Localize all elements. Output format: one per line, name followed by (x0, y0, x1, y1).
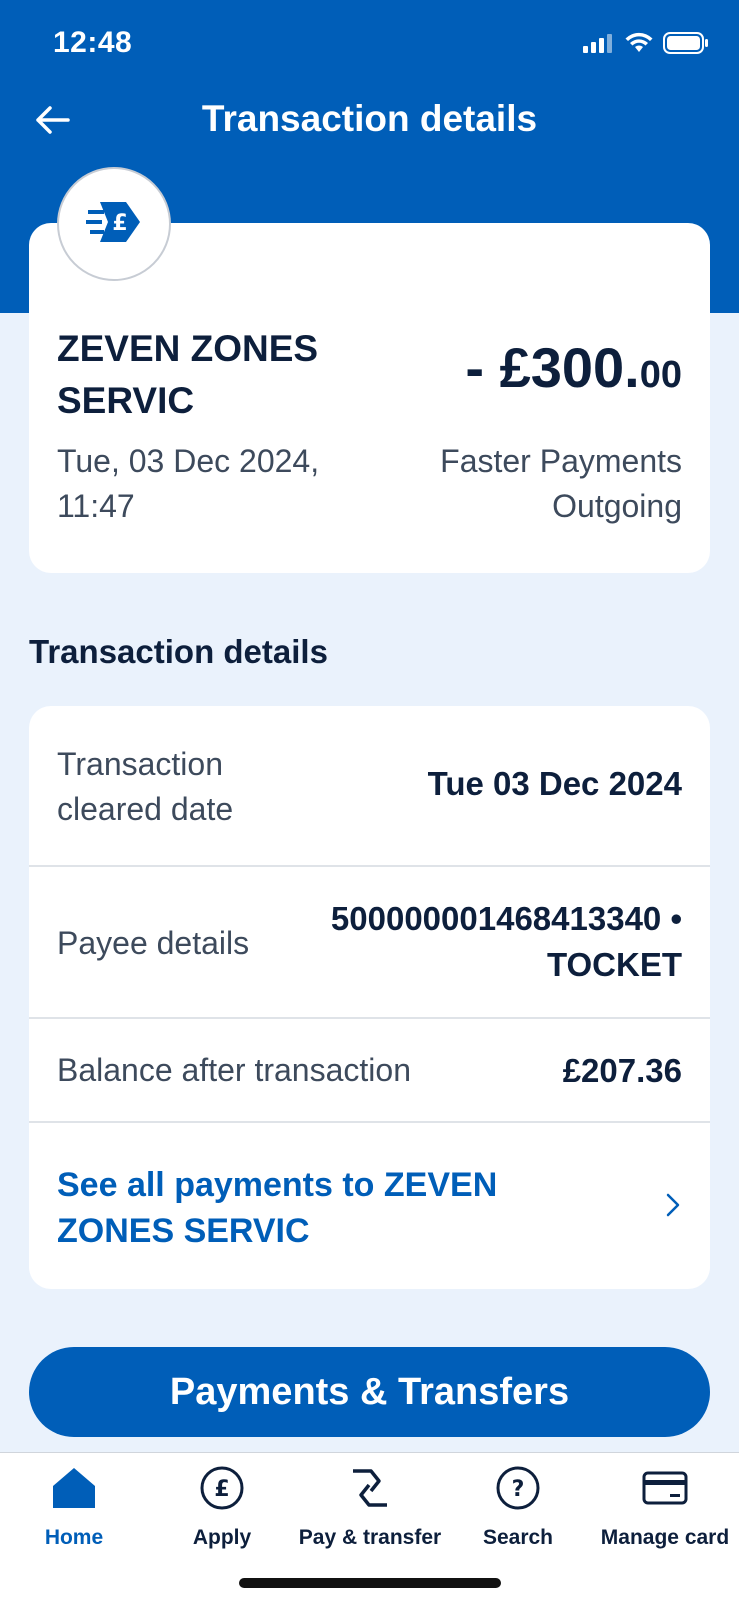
transaction-datetime: Tue, 03 Dec 2024, 11:47 (57, 443, 320, 524)
tab-label: Manage card (600, 1526, 730, 1549)
pound-circle-icon: £ (197, 1463, 247, 1513)
home-icon (49, 1463, 99, 1513)
tab-label: Pay & transfer (298, 1526, 442, 1549)
payments-transfers-button[interactable]: Payments & Transfers (29, 1347, 710, 1437)
detail-label: Payee details (57, 925, 250, 961)
status-icons (583, 30, 709, 60)
chevron-right-icon (666, 1193, 680, 1222)
question-circle-icon: ? (493, 1463, 543, 1513)
svg-text:£: £ (112, 211, 127, 236)
detail-row-balance: Balance after transaction £207.36 (29, 1019, 710, 1123)
detail-label: Transaction cleared date (57, 746, 234, 827)
tab-search[interactable]: ? Search (444, 1453, 592, 1563)
payment-type: Faster Payments Outgoing (440, 443, 682, 524)
status-time: 12:48 (53, 26, 133, 59)
see-all-payments-label: See all payments to ZEVEN ZONES SERVIC (57, 1166, 498, 1250)
amount-main: - £300. (465, 336, 640, 399)
signal-icon (583, 33, 615, 58)
tab-apply[interactable]: £ Apply (148, 1453, 296, 1563)
svg-text:£: £ (214, 1477, 229, 1502)
detail-row-cleared-date: Transaction cleared date Tue 03 Dec 2024 (29, 706, 710, 867)
detail-value: 500000001468413340 • TOCKET (330, 900, 682, 983)
merchant-name: ZEVEN ZONES SERVIC (57, 328, 319, 421)
section-title: Transaction details (29, 633, 328, 670)
svg-text:?: ? (512, 1477, 525, 1502)
faster-payment-pound-icon: £ (86, 200, 142, 249)
transaction-amount: - £300.00 (465, 335, 682, 400)
transaction-details-card: Transaction cleared date Tue 03 Dec 2024… (29, 706, 710, 1289)
card-icon (640, 1463, 690, 1513)
home-indicator (239, 1578, 501, 1588)
detail-row-payee: Payee details 500000001468413340 • TOCKE… (29, 867, 710, 1019)
status-bar: 12:48 (0, 0, 739, 90)
page-title: Transaction details (201, 98, 538, 139)
tab-home[interactable]: Home (0, 1453, 148, 1563)
detail-value: £207.36 (562, 1052, 682, 1089)
detail-label: Balance after transaction (57, 1052, 411, 1088)
tab-manage-card[interactable]: Manage card (591, 1453, 739, 1563)
pay-transfer-icon (345, 1463, 395, 1513)
tab-label: Apply (192, 1526, 252, 1549)
battery-icon (663, 31, 709, 59)
merchant-avatar: £ (57, 167, 171, 281)
tab-label: Home (44, 1526, 104, 1549)
amount-pence: 00 (639, 354, 682, 396)
tab-pay-transfer[interactable]: Pay & transfer (296, 1453, 444, 1563)
tab-label: Search (482, 1526, 554, 1549)
detail-value: Tue 03 Dec 2024 (427, 765, 682, 802)
wifi-icon (625, 32, 653, 59)
see-all-payments-link[interactable]: See all payments to ZEVEN ZONES SERVIC (29, 1123, 710, 1289)
